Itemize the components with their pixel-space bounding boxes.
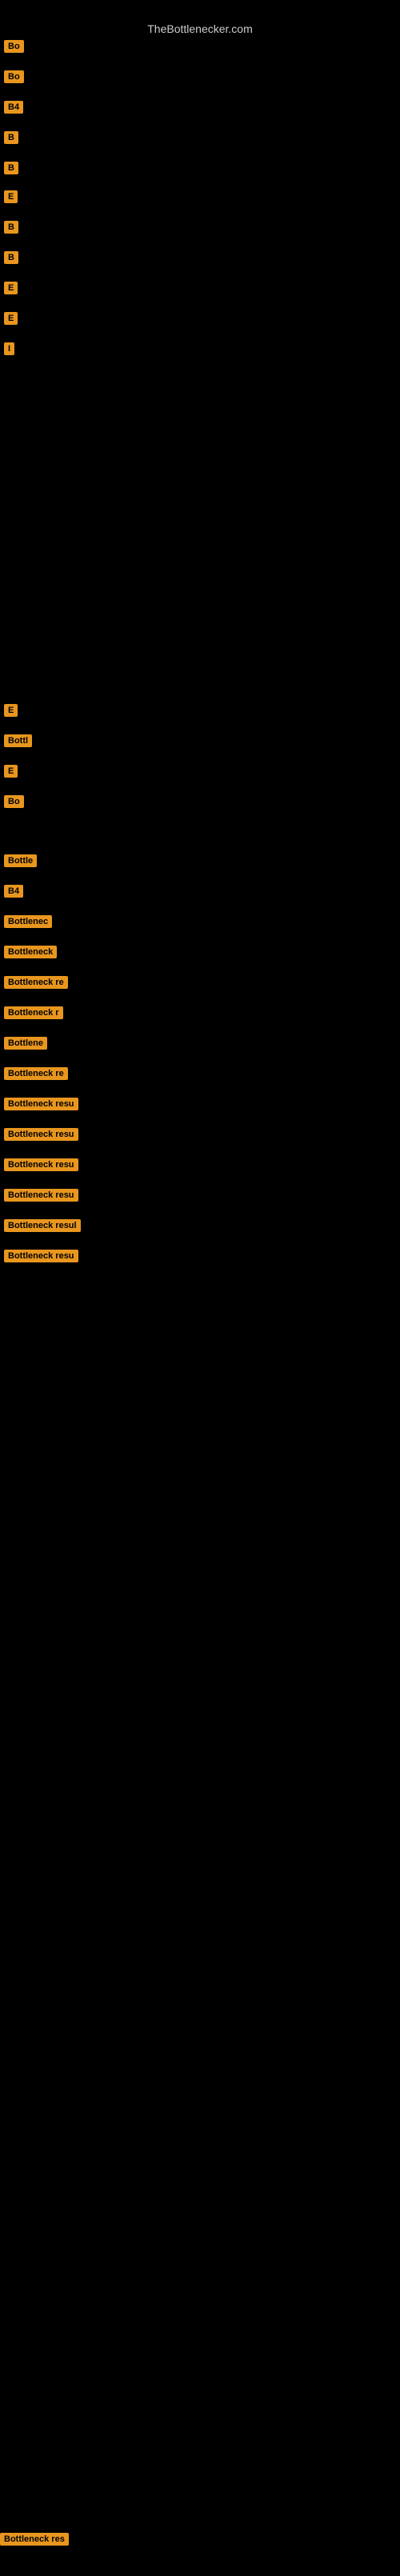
badge-b9: E bbox=[4, 282, 18, 294]
badge-b17: B4 bbox=[4, 885, 23, 898]
badge-b14: E bbox=[4, 765, 18, 778]
badge-b25: Bottleneck resu bbox=[4, 1128, 78, 1141]
badge-b18: Bottlenec bbox=[4, 915, 52, 928]
badge-b19: Bottleneck bbox=[4, 946, 57, 958]
badge-b24: Bottleneck resu bbox=[4, 1098, 78, 1110]
badge-b21: Bottleneck r bbox=[4, 1006, 63, 1019]
badge-b22: Bottlene bbox=[4, 1037, 47, 1050]
badge-b10: E bbox=[4, 312, 18, 325]
badge-b2: Bo bbox=[4, 70, 24, 83]
badge-b15: Bo bbox=[4, 795, 24, 808]
badge-b29: Bottleneck resu bbox=[4, 1250, 78, 1262]
site-title: TheBottlenecker.com bbox=[0, 16, 400, 38]
badge-b28: Bottleneck resul bbox=[4, 1219, 81, 1232]
badge-b8: B bbox=[4, 251, 18, 264]
badge-b16: Bottle bbox=[4, 854, 37, 867]
badge-b12: E bbox=[4, 704, 18, 717]
badge-b5: B bbox=[4, 162, 18, 174]
badge-b13: Bottl bbox=[4, 734, 32, 747]
badge-b23: Bottleneck re bbox=[4, 1067, 68, 1080]
chart-area: TheBottlenecker.com Bo Bo B4 B B E B B E E I E Bottl… bbox=[0, 16, 400, 2576]
badge-b4: B bbox=[4, 131, 18, 144]
badge-b6: E bbox=[4, 190, 18, 203]
badge-b20: Bottleneck re bbox=[4, 976, 68, 989]
badge-b26: Bottleneck resu bbox=[4, 1158, 78, 1171]
badge-b27: Bottleneck resu bbox=[4, 1189, 78, 1202]
badge-b11: I bbox=[4, 342, 14, 355]
badge-b3: B4 bbox=[4, 101, 23, 114]
badge-b1: Bo bbox=[4, 40, 24, 53]
badge-b30: Bottleneck res bbox=[0, 2533, 69, 2546]
badge-b7: B bbox=[4, 221, 18, 234]
